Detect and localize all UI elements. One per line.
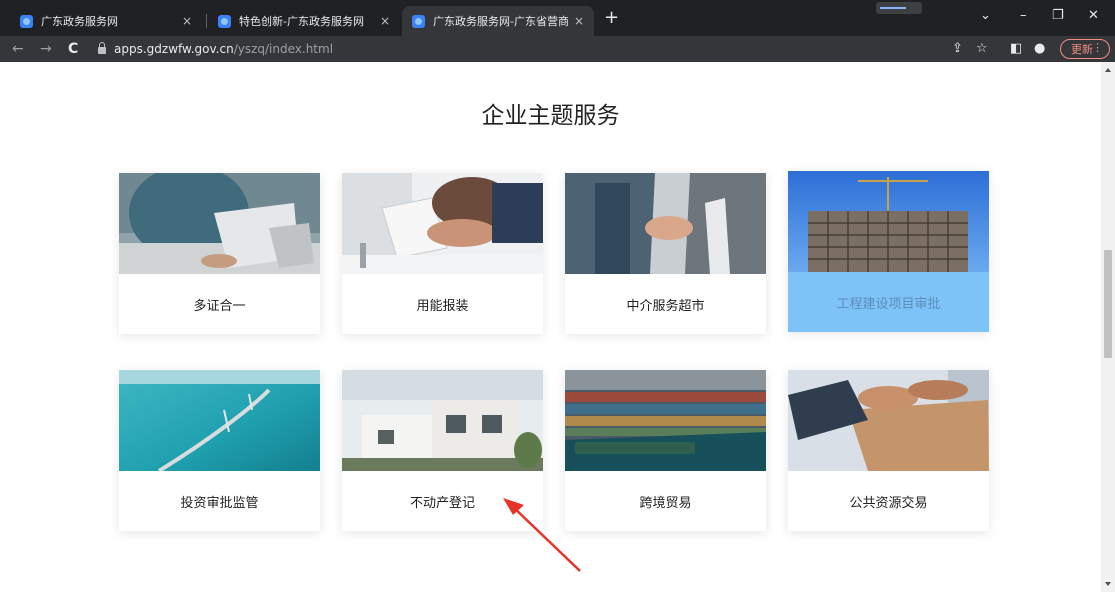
minimize-button[interactable]: – (1020, 8, 1027, 23)
page-content: 企业主题服务 多证合一 用能报装 中介服务超市 工程建设项目审批 投资审批监管 … (0, 62, 1101, 592)
card-label: 投资审批监管 (180, 495, 259, 511)
back-button[interactable]: ← (12, 39, 24, 59)
tab-2[interactable]: 特色创新-广东政务服务网 × (208, 6, 400, 36)
tab-close-icon[interactable]: × (380, 14, 390, 28)
scroll-down-arrow-icon[interactable] (1105, 582, 1111, 586)
tab-separator (206, 14, 207, 28)
restore-button[interactable]: ❐ (1052, 8, 1064, 23)
card-label: 跨境贸易 (639, 495, 692, 511)
update-label: 更新 (1071, 43, 1093, 56)
update-button[interactable]: 更新 ⋮ (1060, 39, 1110, 59)
site-favicon-icon (412, 14, 425, 28)
service-card-multi-certificate[interactable]: 多证合一 (119, 173, 320, 334)
construction-image (788, 171, 989, 272)
close-window-button[interactable]: ✕ (1088, 8, 1099, 23)
lock-icon[interactable] (98, 42, 106, 54)
card-label: 用能报装 (416, 298, 469, 314)
service-card-real-estate-registration[interactable]: 不动产登记 (342, 370, 543, 531)
reload-button[interactable]: C (68, 39, 78, 59)
handshake-image (565, 173, 766, 274)
profile-icon[interactable]: ● (1034, 40, 1045, 58)
tab-search-icon[interactable]: ⌄ (980, 8, 991, 23)
share-icon[interactable]: ⇪ (952, 40, 963, 58)
document-handshake-image (788, 370, 989, 471)
scrollbar-thumb[interactable] (1104, 250, 1112, 358)
vertical-scrollbar[interactable] (1101, 62, 1115, 592)
menu-kebab-icon[interactable]: ⋮ (1092, 41, 1103, 54)
tab-close-icon[interactable]: × (574, 14, 584, 28)
profile-indicator (876, 2, 922, 14)
card-label: 多证合一 (193, 298, 246, 314)
office-laptop-image (119, 173, 320, 274)
scroll-up-arrow-icon[interactable] (1105, 68, 1111, 72)
tab-1[interactable]: 广东政务服务网 × (10, 6, 202, 36)
card-label: 中介服务超市 (626, 298, 705, 314)
tab-title: 广东政务服务网-广东省营商环境 (433, 15, 568, 28)
tab-3-active[interactable]: 广东政务服务网-广东省营商环境 × (402, 6, 594, 36)
service-card-energy-install[interactable]: 用能报装 (342, 173, 543, 334)
bookmark-star-icon[interactable]: ☆ (976, 40, 988, 58)
url-host: apps.gdzwfw.gov.cn (114, 42, 234, 56)
address-bar[interactable]: apps.gdzwfw.gov.cn/yszq/index.html (94, 38, 944, 60)
tab-close-icon[interactable]: × (182, 14, 192, 28)
card-label: 工程建设项目审批 (836, 296, 941, 312)
sea-bridge-image (119, 370, 320, 471)
tab-title: 广东政务服务网 (41, 15, 118, 28)
section-title: 企业主题服务 (481, 103, 620, 129)
new-tab-button[interactable]: + (604, 8, 619, 28)
browser-tab-bar: 广东政务服务网 × 特色创新-广东政务服务网 × 广东政务服务网-广东省营商环境… (0, 0, 1115, 36)
site-favicon-icon (218, 14, 231, 28)
card-label: 公共资源交易 (849, 495, 928, 511)
site-favicon-icon (20, 14, 33, 28)
service-card-cross-border-trade[interactable]: 跨境贸易 (565, 370, 766, 531)
service-card-agency-market[interactable]: 中介服务超市 (565, 173, 766, 334)
forward-button[interactable]: → (40, 39, 52, 59)
tab-title: 特色创新-广东政务服务网 (239, 15, 364, 28)
team-laptop-image (342, 173, 543, 274)
card-label: 不动产登记 (409, 495, 475, 511)
browser-toolbar: ← → C apps.gdzwfw.gov.cn/yszq/index.html… (0, 36, 1115, 62)
service-card-public-resource-trading[interactable]: 公共资源交易 (788, 370, 989, 531)
villa-building-image (342, 370, 543, 471)
side-panel-icon[interactable]: ◧ (1010, 40, 1022, 58)
service-card-construction-approval[interactable]: 工程建设项目审批 (788, 171, 989, 332)
cargo-port-image (565, 370, 766, 471)
url-path: /yszq/index.html (233, 42, 334, 56)
service-card-investment-approval[interactable]: 投资审批监管 (119, 370, 320, 531)
